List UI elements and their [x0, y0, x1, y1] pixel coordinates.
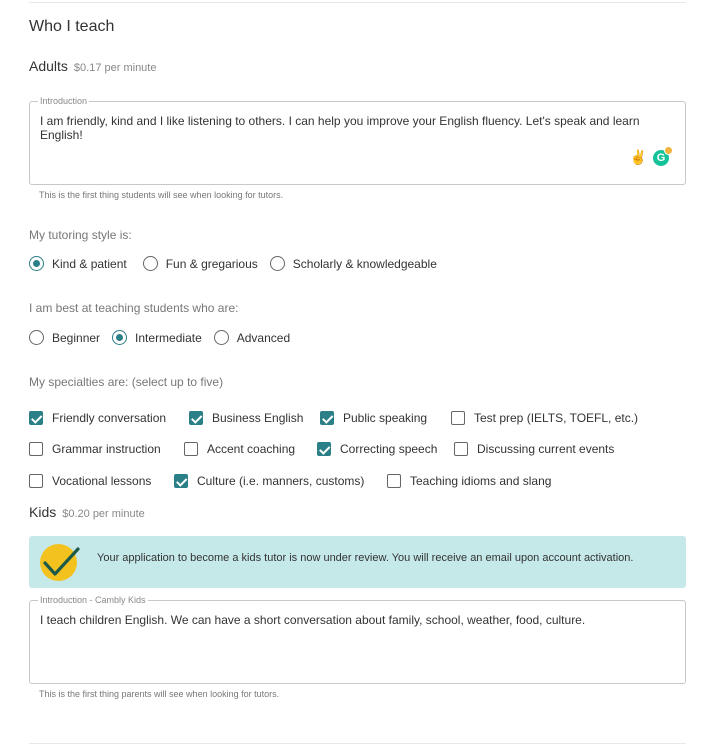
- adults-price: $0.17 per minute: [73, 62, 157, 74]
- checkbox[interactable]: [451, 411, 465, 425]
- checkbox[interactable]: [189, 411, 203, 425]
- checkbox[interactable]: [29, 474, 43, 488]
- radio-fun[interactable]: [142, 256, 158, 271]
- kids-review-banner: Your application to become a kids tutor …: [29, 536, 686, 588]
- specialties-label: My specialties are: (select up to five): [29, 375, 224, 389]
- checkbox[interactable]: [174, 474, 188, 488]
- student-level-radios: Beginner Intermediate Advanced: [29, 330, 290, 345]
- specialty-friendly-conversation[interactable]: Friendly conversation: [29, 411, 189, 425]
- level-option-advanced[interactable]: Advanced: [213, 330, 290, 345]
- kids-price: $0.20 per minute: [62, 508, 145, 520]
- top-divider: [29, 2, 686, 3]
- checkbox[interactable]: [29, 442, 43, 456]
- specialty-public-speaking[interactable]: Public speaking: [320, 411, 451, 425]
- style-option-fun[interactable]: Fun & gregarious: [142, 256, 258, 271]
- kids-heading: Kids $0.20 per minute: [29, 504, 145, 522]
- grammarly-icon[interactable]: G: [653, 146, 673, 166]
- level-option-intermediate[interactable]: Intermediate: [112, 330, 202, 345]
- tutoring-style-radios: Kind & patient Fun & gregarious Scholarl…: [29, 256, 437, 271]
- radio-intermediate[interactable]: [112, 330, 128, 345]
- level-label: I am best at teaching students who are:: [29, 301, 239, 315]
- kids-introduction-field[interactable]: Introduction - Cambly Kids I teach child…: [29, 595, 686, 684]
- kids-intro-text[interactable]: I teach children English. We can have a …: [40, 613, 645, 627]
- kids-label: Kids: [29, 504, 57, 520]
- radio-kind[interactable]: [29, 256, 44, 271]
- section-title: Who I teach: [29, 18, 115, 35]
- specialties-row-3: Vocational lessons Culture (i.e. manners…: [29, 474, 551, 488]
- victory-hand-emoji-icon[interactable]: ✌️: [630, 149, 647, 166]
- style-option-scholarly[interactable]: Scholarly & knowledgeable: [269, 256, 437, 271]
- checkbox[interactable]: [29, 411, 43, 425]
- radio-advanced[interactable]: [213, 330, 229, 345]
- checkmark-icon: [40, 544, 80, 581]
- adults-intro-text[interactable]: I am friendly, kind and I like listening…: [40, 114, 645, 142]
- checkbox[interactable]: [320, 411, 334, 425]
- adults-heading: Adults $0.17 per minute: [29, 58, 156, 76]
- checkbox[interactable]: [184, 442, 198, 456]
- specialties-row-2: Grammar instruction Accent coaching Corr…: [29, 442, 614, 456]
- specialty-grammar-instruction[interactable]: Grammar instruction: [29, 442, 184, 456]
- specialty-correcting-speech[interactable]: Correcting speech: [317, 442, 454, 456]
- checkbox[interactable]: [454, 442, 468, 456]
- level-option-beginner[interactable]: Beginner: [29, 330, 100, 345]
- specialties-row-1: Friendly conversation Business English P…: [29, 411, 638, 425]
- style-option-kind[interactable]: Kind & patient: [29, 256, 127, 271]
- checkbox[interactable]: [387, 474, 401, 488]
- adults-introduction-field[interactable]: Introduction I am friendly, kind and I l…: [29, 96, 686, 185]
- bottom-divider: [29, 743, 686, 744]
- radio-scholarly[interactable]: [269, 256, 285, 271]
- style-label: My tutoring style is:: [29, 228, 132, 242]
- checkbox[interactable]: [317, 442, 331, 456]
- specialty-test-prep[interactable]: Test prep (IELTS, TOEFL, etc.): [451, 411, 638, 425]
- grammarly-badge-icon: [664, 146, 673, 155]
- specialty-accent-coaching[interactable]: Accent coaching: [184, 442, 317, 456]
- specialty-culture[interactable]: Culture (i.e. manners, customs): [174, 474, 387, 488]
- adults-intro-legend: Introduction: [38, 96, 90, 107]
- specialty-business-english[interactable]: Business English: [189, 411, 320, 425]
- specialty-vocational-lessons[interactable]: Vocational lessons: [29, 474, 174, 488]
- kids-review-message: Your application to become a kids tutor …: [97, 552, 634, 564]
- kids-intro-legend: Introduction - Cambly Kids: [38, 595, 148, 606]
- adults-helper: This is the first thing students will se…: [39, 190, 284, 200]
- adults-label: Adults: [29, 58, 68, 74]
- kids-helper: This is the first thing parents will see…: [39, 689, 280, 699]
- radio-beginner[interactable]: [29, 330, 44, 345]
- specialty-current-events[interactable]: Discussing current events: [454, 442, 614, 456]
- specialty-idioms-slang[interactable]: Teaching idioms and slang: [387, 474, 551, 488]
